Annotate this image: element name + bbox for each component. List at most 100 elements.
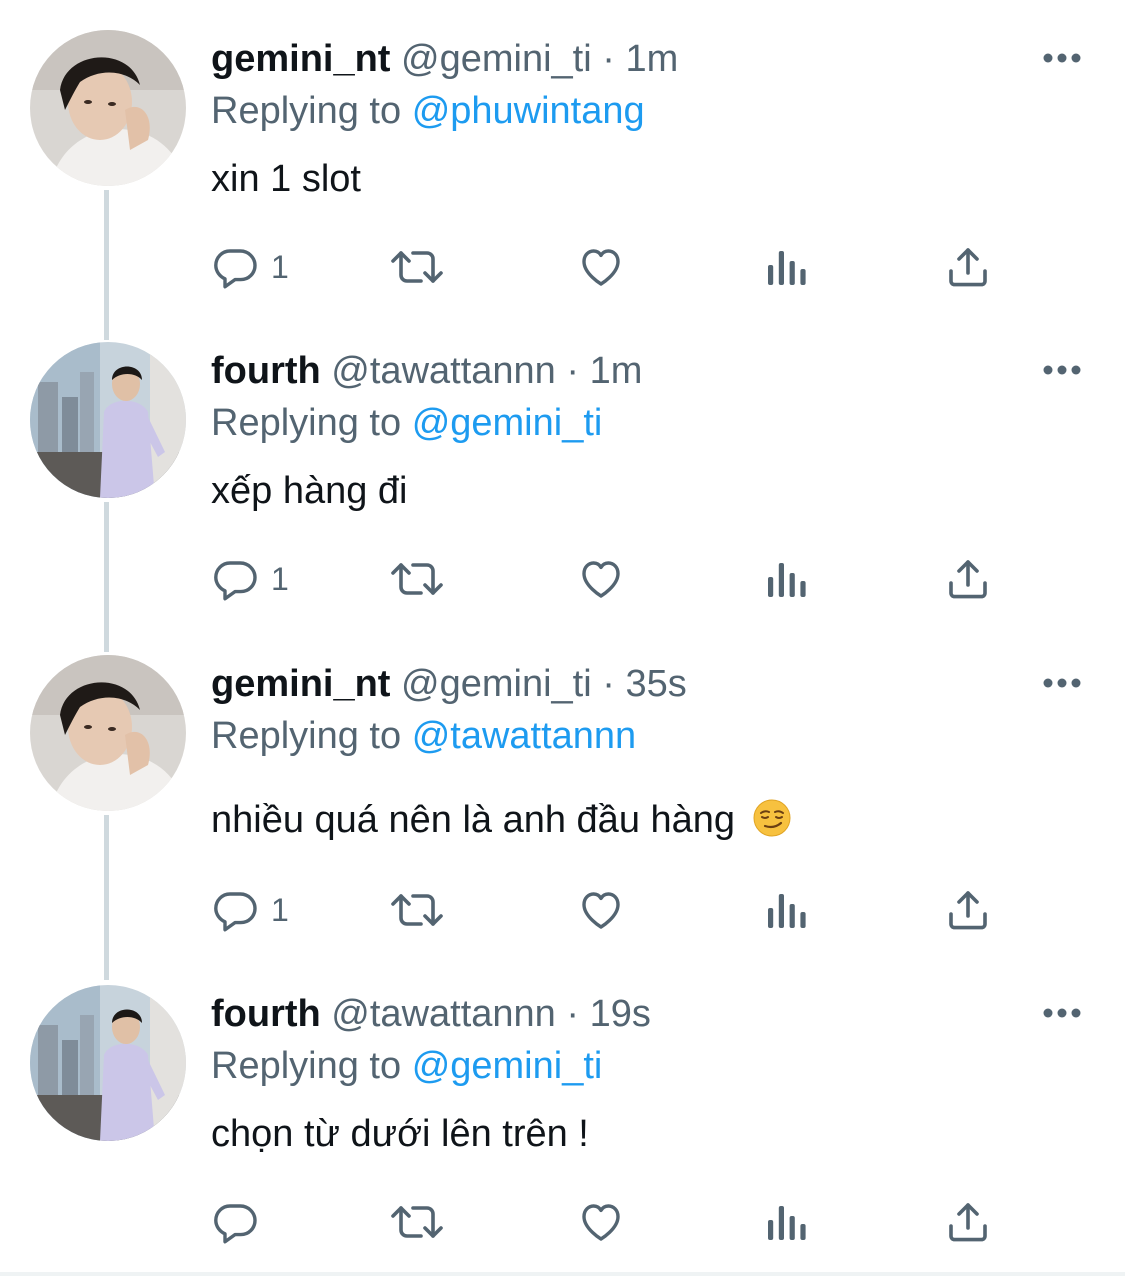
retweet-icon [391,1206,443,1238]
share-button[interactable] [944,885,992,935]
tweet-header: fourth @tawattannn · 1m [211,348,642,394]
like-button[interactable] [577,1197,625,1247]
avatar[interactable] [30,30,186,186]
tweet-text: nhiều quá nên là anh đầu hàng [211,797,792,843]
mention-link[interactable]: @tawattannn [412,715,637,757]
user-handle[interactable]: @tawattannn [331,350,556,392]
separator-dot: · [566,350,580,392]
reply-icon [214,561,257,601]
retweet-button[interactable] [389,1197,445,1247]
mention-link[interactable]: @phuwintang [412,90,645,132]
tweet[interactable]: fourth @tawattannn · 19s Replying to @ge… [0,955,1125,1270]
share-icon [949,560,987,599]
reply-count: 1 [271,892,289,928]
fourth-avatar-image [30,342,186,498]
like-icon [582,1204,620,1241]
tweet-text-content: xếp hàng đi [211,470,408,512]
more-icon [1043,53,1081,63]
user-handle[interactable]: @gemini_ti [401,38,592,80]
gemini-avatar-image [30,655,186,811]
share-icon [949,891,987,930]
views-icon [768,563,806,597]
like-button[interactable] [577,885,625,935]
separator-dot: · [602,663,615,705]
user-handle[interactable]: @tawattannn [331,993,556,1035]
display-name[interactable]: gemini_nt [211,38,390,80]
retweet-button[interactable] [389,554,445,604]
tweet-text: xin 1 slot [211,156,361,202]
reply-button[interactable] [211,1197,271,1247]
display-name[interactable]: gemini_nt [211,663,390,705]
more-icon [1043,678,1081,688]
share-icon [949,248,987,287]
timestamp[interactable]: 19s [590,993,651,1035]
mention-link[interactable]: @gemini_ti [412,1045,603,1087]
reply-button[interactable]: 1 [211,554,289,604]
share-icon [949,1203,987,1242]
tweet-text-content: xin 1 slot [211,158,361,200]
mention-link[interactable]: @gemini_ti [412,402,603,444]
reply-icon [214,249,257,289]
views-icon [768,251,806,285]
retweet-button[interactable] [389,242,445,292]
tweet[interactable]: gemini_nt @gemini_ti · 35s Replying to @… [0,625,1125,955]
reply-count: 1 [271,561,289,597]
timestamp[interactable]: 35s [625,663,686,705]
share-button[interactable] [944,242,992,292]
tweet-text-content: nhiều quá nên là anh đầu hàng [211,799,736,841]
more-icon [1043,1008,1081,1018]
action-bar [211,1197,1011,1247]
more-options-button[interactable] [1040,1003,1084,1023]
replying-to-line: Replying to @tawattannn [211,713,636,759]
tweet-text: chọn từ dưới lên trên ! [211,1111,589,1157]
views-button[interactable] [764,554,808,604]
separator-dot: · [602,38,615,80]
reply-icon [214,1204,257,1244]
like-button[interactable] [577,242,625,292]
views-button[interactable] [764,242,808,292]
timestamp[interactable]: 1m [590,350,643,392]
views-icon [768,1206,806,1240]
gemini-avatar-image [30,30,186,186]
smirking-face-emoji [752,798,792,838]
retweet-icon [391,563,443,595]
like-icon [582,249,620,286]
display-name[interactable]: fourth [211,350,321,392]
retweet-icon [391,894,443,926]
avatar[interactable] [30,655,186,811]
tweet-header: fourth @tawattannn · 19s [211,991,651,1037]
user-handle[interactable]: @gemini_ti [401,663,592,705]
action-bar: 1 [211,242,1011,292]
tweet-header: gemini_nt @gemini_ti · 35s [211,661,687,707]
bottom-divider [0,1272,1125,1276]
views-button[interactable] [764,1197,808,1247]
views-button[interactable] [764,885,808,935]
tweet[interactable]: fourth @tawattannn · 1m Replying to @gem… [0,312,1125,627]
more-options-button[interactable] [1040,360,1084,380]
timestamp[interactable]: 1m [625,38,678,80]
action-bar: 1 [211,554,1011,604]
retweet-button[interactable] [389,885,445,935]
fourth-avatar-image [30,985,186,1141]
separator-dot: · [566,993,580,1035]
reply-button[interactable]: 1 [211,885,289,935]
retweet-icon [391,251,443,283]
reply-icon [214,892,257,932]
more-options-button[interactable] [1040,673,1084,693]
avatar[interactable] [30,985,186,1141]
tweet[interactable]: gemini_nt @gemini_ti · 1m Replying to @p… [0,0,1125,315]
replying-prefix: Replying to [211,715,402,757]
display-name[interactable]: fourth [211,993,321,1035]
like-icon [582,892,620,929]
action-bar: 1 [211,885,1011,935]
like-button[interactable] [577,554,625,604]
avatar[interactable] [30,342,186,498]
reply-button[interactable]: 1 [211,242,289,292]
replying-to-line: Replying to @phuwintang [211,88,645,134]
share-button[interactable] [944,554,992,604]
share-button[interactable] [944,1197,992,1247]
more-options-button[interactable] [1040,48,1084,68]
replying-prefix: Replying to [211,1045,402,1087]
replying-to-line: Replying to @gemini_ti [211,1043,602,1089]
reply-count: 1 [271,249,289,285]
